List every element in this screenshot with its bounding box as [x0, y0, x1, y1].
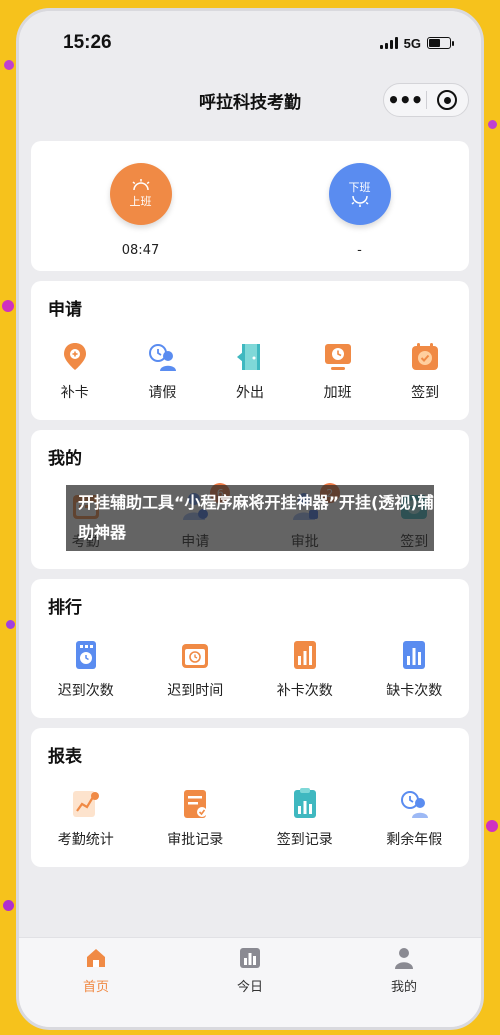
- rank-item-late-count[interactable]: 迟到次数: [31, 638, 141, 700]
- rank-grid: 迟到次数 迟到时间 补卡次数 缺卡次数: [31, 638, 469, 700]
- grid-label: 签到记录: [276, 832, 333, 848]
- confetti-dot: [488, 120, 497, 129]
- clock-in-time: 08:47: [121, 243, 160, 258]
- grid-label: 签到: [411, 385, 440, 401]
- confetti-dot: [6, 620, 15, 629]
- grid-label: 补卡次数: [276, 683, 333, 699]
- grid-label: 剩余年假: [386, 832, 443, 848]
- sunrise-icon: [132, 179, 149, 191]
- grid-label: 迟到时间: [167, 683, 224, 699]
- rank-section-title: 排行: [48, 598, 82, 618]
- close-button[interactable]: [427, 90, 469, 110]
- target-icon: [437, 90, 458, 110]
- report-section: 报表 考勤统计 审批记录 签到记录 剩余年假: [31, 728, 469, 867]
- clock-out-column: 下班 -: [250, 141, 469, 271]
- report-section-title: 报表: [48, 747, 82, 767]
- grid-label: 缺卡次数: [386, 683, 443, 699]
- checkin-icon: [412, 343, 439, 370]
- report-item-stats[interactable]: 考勤统计: [31, 787, 141, 849]
- rank-item-late-time[interactable]: 迟到时间: [141, 638, 251, 700]
- tab-label: 今日: [236, 980, 263, 995]
- apply-section-title: 申请: [48, 300, 82, 320]
- grid-label: 加班: [323, 385, 352, 401]
- sunset-icon: [351, 195, 368, 207]
- page-title: 呼拉科技考勤: [199, 92, 301, 113]
- grid-label: 考勤统计: [57, 832, 114, 848]
- more-button[interactable]: •••: [384, 83, 426, 117]
- tab-label: 我的: [390, 980, 417, 995]
- confetti-dot: [4, 60, 14, 70]
- late-count-icon: [75, 641, 96, 669]
- tab-bar: 首页 今日 我的: [19, 937, 481, 1027]
- missing-count-icon: [403, 641, 426, 669]
- clock-out-label: 下班: [348, 181, 371, 194]
- navigation-bar: 呼拉科技考勤 •••: [19, 75, 481, 125]
- apply-section: 申请 补卡 请假 外出 加班 签到: [31, 281, 469, 420]
- tab-today[interactable]: 今日: [173, 946, 327, 1027]
- overtime-icon: [324, 344, 351, 370]
- tab-label: 首页: [82, 980, 109, 995]
- rank-item-missing-count[interactable]: 缺卡次数: [360, 638, 470, 700]
- apply-item-overtime[interactable]: 加班: [294, 340, 382, 402]
- grid-label: 审批记录: [167, 832, 224, 848]
- rank-item-makeup-count[interactable]: 补卡次数: [250, 638, 360, 700]
- grid-label: 外出: [235, 385, 264, 401]
- report-grid: 考勤统计 审批记录 签到记录 剩余年假: [31, 787, 469, 849]
- clock-out-time: -: [357, 243, 362, 258]
- stats-icon: [72, 791, 99, 817]
- confetti-dot: [3, 900, 14, 911]
- apply-item-leave[interactable]: 请假: [119, 340, 207, 402]
- status-bar: 15:26 5G: [19, 11, 481, 75]
- signal-icon: [379, 37, 398, 49]
- home-icon: [87, 949, 105, 967]
- checkin-record-icon: [293, 788, 316, 818]
- late-time-icon: [182, 644, 209, 668]
- apply-item-out[interactable]: 外出: [206, 340, 294, 402]
- clock-in-column: 上班 08:47: [31, 141, 250, 271]
- report-item-annual-leave[interactable]: 剩余年假: [360, 787, 470, 849]
- clock-in-button[interactable]: 上班: [109, 163, 172, 225]
- battery-icon: [427, 37, 454, 49]
- tab-home[interactable]: 首页: [19, 946, 173, 1027]
- clock-out-button[interactable]: 下班: [328, 163, 391, 225]
- exit-icon: [236, 344, 260, 370]
- confetti-dot: [486, 820, 498, 832]
- rank-section: 排行 迟到次数 迟到时间 补卡次数 缺卡次数: [31, 579, 469, 718]
- grid-label: 补卡: [60, 385, 89, 401]
- apply-item-checkin[interactable]: 签到: [381, 340, 469, 402]
- apply-item-makeup[interactable]: 补卡: [31, 340, 119, 402]
- report-item-approval-record[interactable]: 审批记录: [141, 787, 251, 849]
- mine-section-title: 我的: [48, 449, 82, 469]
- grid-label: 请假: [148, 385, 177, 401]
- apply-grid: 补卡 请假 外出 加班 签到: [31, 340, 469, 402]
- report-item-checkin-record[interactable]: 签到记录: [250, 787, 360, 849]
- annual-leave-icon: [401, 791, 429, 818]
- makeup-count-icon: [293, 641, 316, 669]
- grid-label: 迟到次数: [57, 683, 114, 699]
- clock-in-label: 上班: [129, 195, 152, 208]
- overlay-banner: 开挂辅助工具“小程序麻将开挂神器”开挂(透视)辅助神器: [66, 485, 434, 551]
- status-time: 15:26: [63, 32, 112, 53]
- location-icon: [63, 343, 86, 370]
- approval-record-icon: [184, 790, 208, 818]
- profile-icon: [395, 948, 413, 969]
- tab-mine[interactable]: 我的: [327, 946, 481, 1027]
- clock-card: 上班 08:47 下班 -: [31, 141, 469, 271]
- network-type: 5G: [403, 35, 421, 51]
- leave-icon: [149, 344, 177, 371]
- status-indicators: 5G: [379, 35, 454, 51]
- confetti-dot: [2, 300, 14, 312]
- miniprogram-capsule: •••: [383, 83, 469, 117]
- chart-icon: [240, 948, 260, 968]
